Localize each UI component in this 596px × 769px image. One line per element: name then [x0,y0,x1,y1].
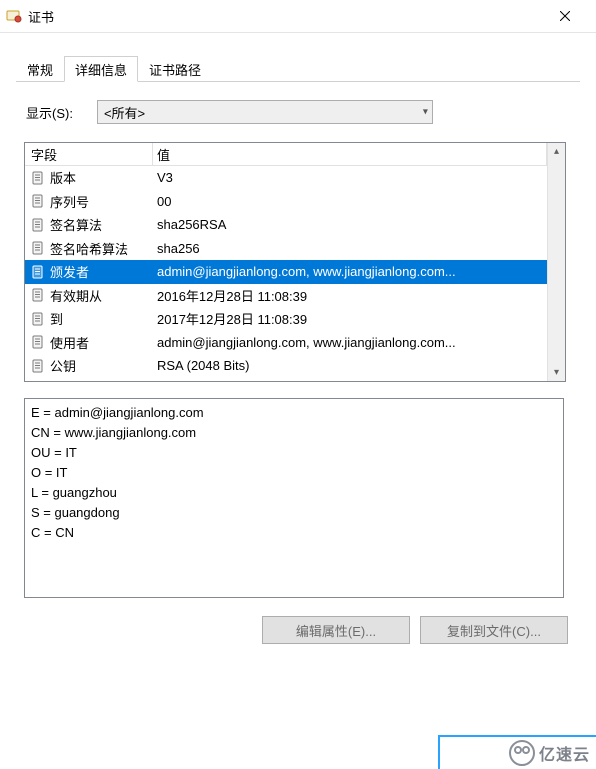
show-label: 显示(S): [26,103,73,122]
chevron-down-icon: ▾ [423,107,428,118]
watermark-icon [509,740,535,766]
field-detail-text[interactable]: E = admin@jiangjianlong.com CN = www.jia… [24,398,564,598]
edit-properties-button[interactable]: 编辑属性(E)... [262,616,410,644]
watermark: 亿速云 [438,735,596,769]
field-row[interactable]: 序列号 00 [25,190,547,214]
show-filter-value: <所有> [104,103,145,122]
document-icon [31,171,45,185]
field-value: admin@jiangjianlong.com, www.jiangjianlo… [153,335,547,350]
document-icon [31,288,45,302]
document-icon [31,335,45,349]
document-icon [31,359,45,373]
field-name: 公钥 [50,356,76,375]
field-name: 到 [50,309,63,328]
details-panel: 显示(S): <所有> ▾ 字段 值 版本V3序列号00签名算法sha256RS… [16,82,580,658]
field-value: sha256RSA [153,217,547,232]
column-header-value[interactable]: 值 [153,143,547,165]
vertical-scrollbar[interactable]: ▴ ▾ [547,143,565,381]
field-value: admin@jiangjianlong.com, www.jiangjianlo… [153,264,547,279]
field-row[interactable]: 有效期从 2016年12月28日 11:08:39 [25,284,547,308]
scroll-down-button[interactable]: ▾ [548,364,565,381]
field-name: 签名算法 [50,215,102,234]
fields-list: 字段 值 版本 V3 序列号 00 签名算法 sha256RSA 签名哈希算法 sha256 颁… [24,142,566,382]
show-filter-combo[interactable]: <所有> ▾ [97,100,433,124]
field-row[interactable]: 签名算法 sha256RSA [25,213,547,237]
tab-bar: 常规 详细信息 证书路径 [16,55,580,82]
copy-to-file-button[interactable]: 复制到文件(C)... [420,616,568,644]
field-row[interactable]: 使用者 admin@jiangjianlong.com, www.jiangjia… [25,331,547,355]
button-row: 编辑属性(E)... 复制到文件(C)... [24,616,572,644]
field-name: 版本 [50,168,76,187]
field-value: V3 [153,170,547,185]
field-value: 2016年12月28日 11:08:39 [153,286,547,305]
watermark-text: 亿速云 [539,741,590,765]
tab-general[interactable]: 常规 [16,56,64,82]
document-icon [31,194,45,208]
show-filter-row: 显示(S): <所有> ▾ [24,100,572,124]
certificate-icon [6,8,22,24]
window-title: 证书 [28,7,542,26]
close-button[interactable] [542,1,588,31]
field-name: 使用者 [50,333,89,352]
document-icon [31,218,45,232]
field-value: sha256 [153,241,547,256]
field-row[interactable]: 到 2017年12月28日 11:08:39 [25,307,547,331]
field-row[interactable]: 颁发者 admin@jiangjianlong.com, www.jiangjia… [25,260,547,284]
title-bar: 证书 [0,0,596,33]
scroll-up-button[interactable]: ▴ [548,143,565,160]
tab-cert-path[interactable]: 证书路径 [138,56,212,82]
field-row[interactable]: 版本 V3 [25,166,547,190]
document-icon [31,241,45,255]
tab-details[interactable]: 详细信息 [64,56,138,82]
field-name: 序列号 [50,192,89,211]
document-icon [31,265,45,279]
field-row[interactable]: 公钥 RSA (2048 Bits) [25,354,547,378]
field-name: 颁发者 [50,262,89,281]
field-row[interactable]: 签名哈希算法 sha256 [25,237,547,261]
document-icon [31,312,45,326]
field-value: 00 [153,194,547,209]
field-value: RSA (2048 Bits) [153,358,547,373]
fields-list-header: 字段 值 [25,143,547,166]
field-value: 2017年12月28日 11:08:39 [153,309,547,328]
field-name: 有效期从 [50,286,102,305]
column-header-field[interactable]: 字段 [25,143,153,165]
close-icon [560,11,570,21]
field-name: 签名哈希算法 [50,239,128,258]
